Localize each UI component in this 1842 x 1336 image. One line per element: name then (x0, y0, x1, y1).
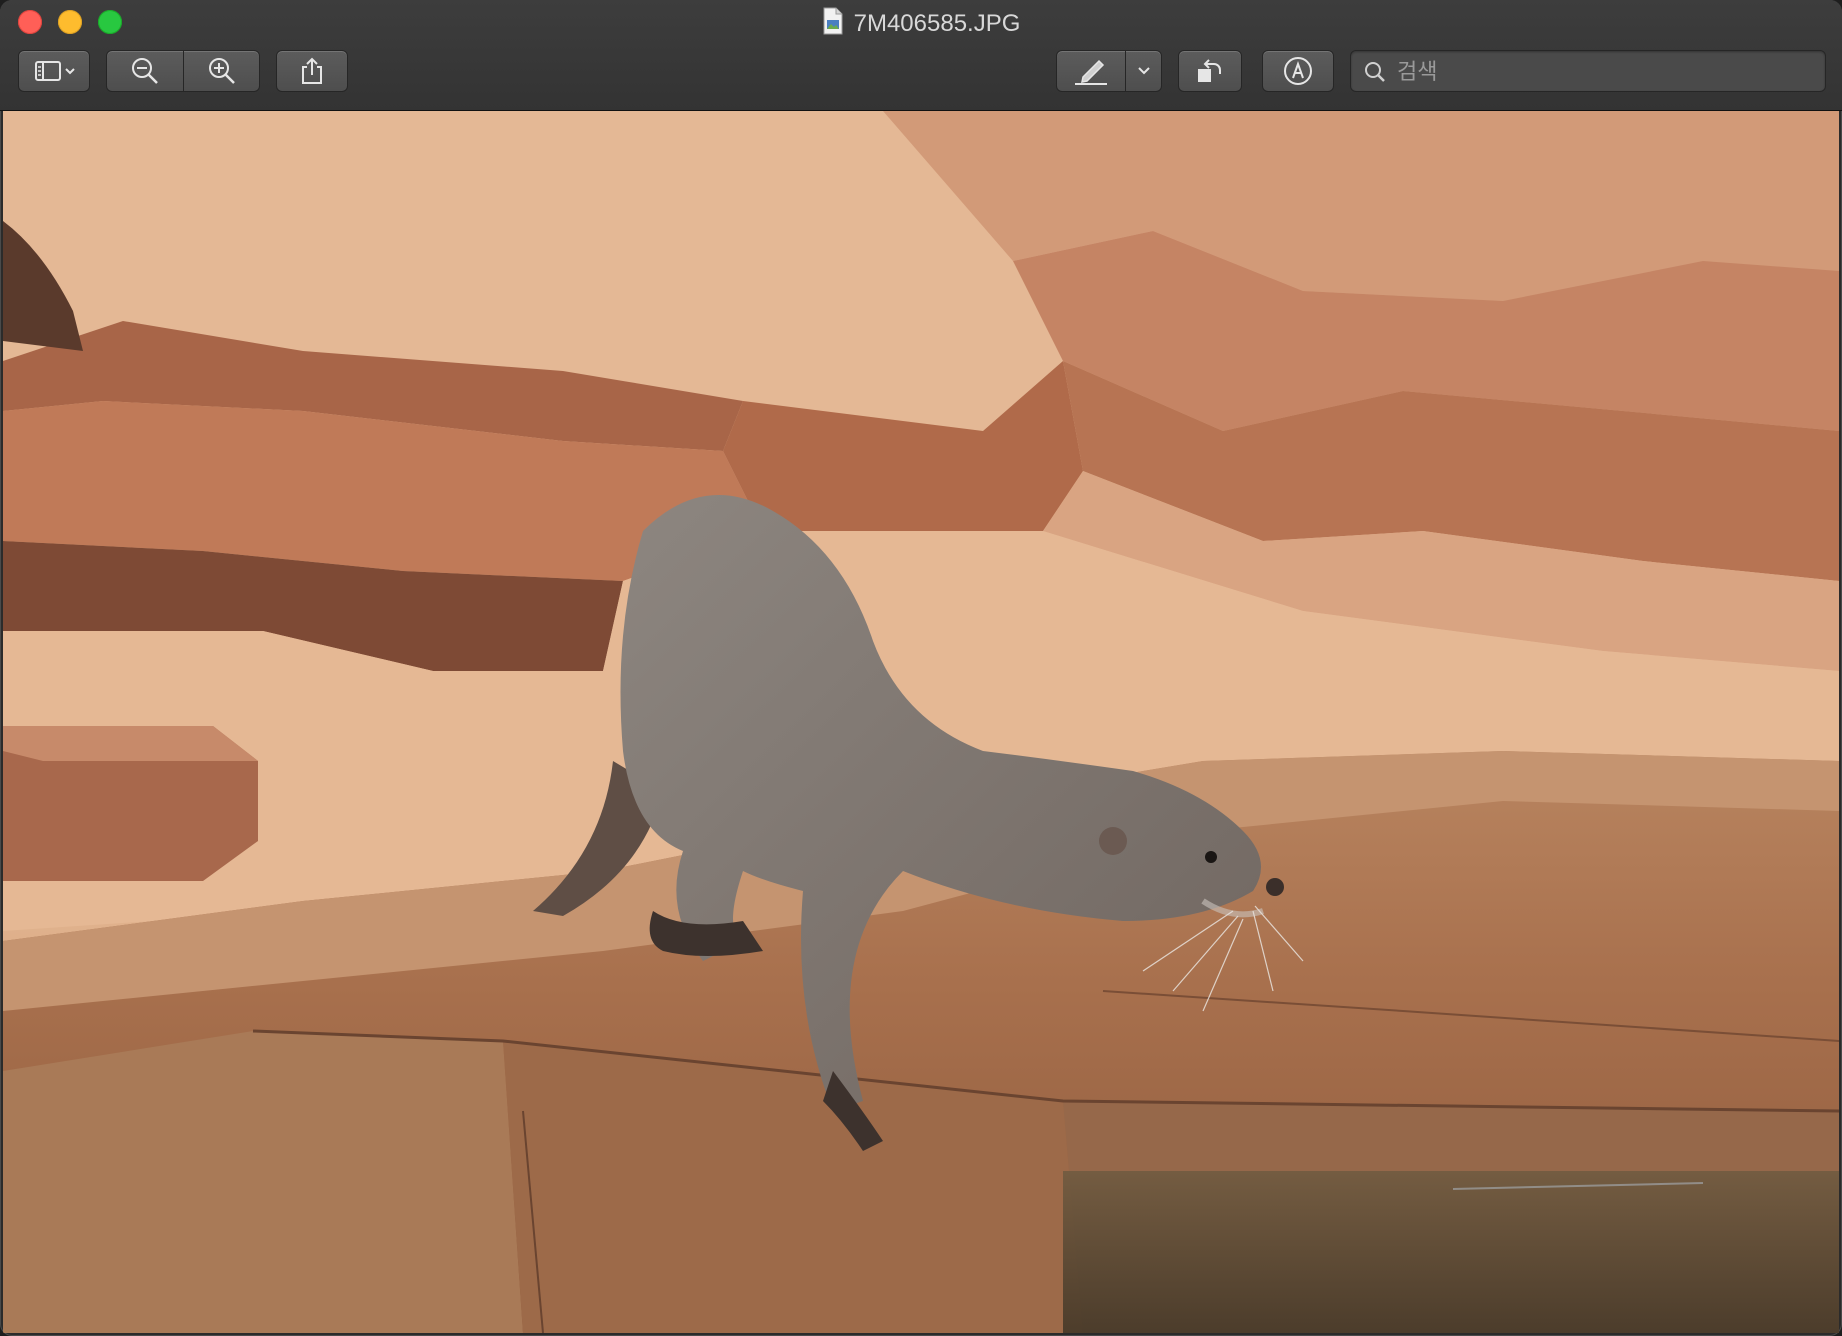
zoom-out-icon (132, 58, 158, 84)
chevron-down-icon (1138, 67, 1150, 75)
window-title-text: 7M406585.JPG (853, 10, 1021, 37)
markup-pen-dropdown[interactable] (1126, 51, 1162, 91)
markup-pen-button[interactable] (1057, 51, 1125, 91)
preview-window: 7M406585.JPG (0, 0, 1842, 1336)
zoom-in-icon (209, 58, 235, 84)
sidebar-view-button[interactable] (18, 50, 90, 92)
markup-circle-icon (1284, 57, 1312, 85)
share-icon (302, 57, 322, 84)
photo-otter-on-rocks (3, 111, 1839, 1333)
search-field[interactable] (1350, 50, 1826, 92)
zoom-segmented-control (106, 50, 260, 92)
jpg-document-icon (822, 7, 844, 43)
markup-toolbar-button[interactable] (1262, 50, 1334, 92)
search-icon (1365, 62, 1385, 82)
markup-pen-control (1056, 50, 1162, 92)
window-title: 7M406585.JPG (0, 7, 1842, 43)
share-button[interactable] (276, 50, 348, 92)
rotate-left-button[interactable] (1178, 50, 1242, 92)
search-input[interactable] (1395, 55, 1819, 89)
sidebar-icon (35, 61, 75, 81)
rotate-left-icon (1198, 59, 1221, 82)
pen-icon (1075, 59, 1107, 85)
title-bar: 7M406585.JPG (0, 0, 1842, 111)
zoom-in-button[interactable] (184, 51, 260, 91)
zoom-out-button[interactable] (107, 51, 183, 91)
image-view[interactable] (3, 111, 1839, 1333)
